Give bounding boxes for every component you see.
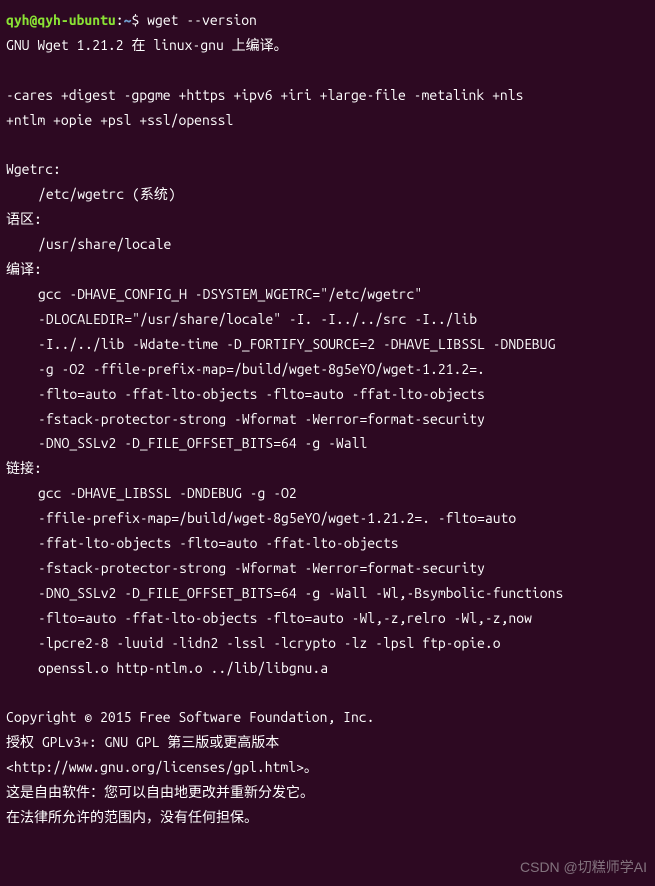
output-free-1: 这是自由软件：您可以自由地更改并重新分发它。: [6, 780, 651, 805]
prompt-line: qyh@qyh-ubuntu:~$ wget --version: [6, 8, 651, 33]
output-features-2: +ntlm +opie +psl +ssl/openssl: [6, 108, 651, 133]
output-compile-header: 编译:: [6, 257, 651, 282]
output-link-2: -ffile-prefix-map=/build/wget-8g5eYO/wge…: [6, 506, 651, 531]
terminal[interactable]: qyh@qyh-ubuntu:~$ wget --version GNU Wge…: [6, 8, 651, 830]
blank-line: [6, 133, 651, 158]
output-wgetrc-path: /etc/wgetrc (系统): [6, 182, 651, 207]
output-link-3: -ffat-lto-objects -flto=auto -ffat-lto-o…: [6, 531, 651, 556]
prompt-user-host: qyh@qyh-ubuntu: [6, 12, 116, 28]
output-link-8: openssl.o http-ntlm.o ../lib/libgnu.a: [6, 656, 651, 681]
prompt-dollar: $: [131, 12, 147, 28]
output-locale-header: 语区:: [6, 207, 651, 232]
output-license-url: <http://www.gnu.org/licenses/gpl.html>。: [6, 755, 651, 780]
output-link-7: -lpcre2-8 -luuid -lidn2 -lssl -lcrypto -…: [6, 631, 651, 656]
prompt-colon: :: [116, 12, 124, 28]
command-text: wget --version: [147, 12, 257, 28]
output-wgetrc-header: Wgetrc:: [6, 157, 651, 182]
output-compile-3: -I../../lib -Wdate-time -D_FORTIFY_SOURC…: [6, 332, 651, 357]
output-compile-1: gcc -DHAVE_CONFIG_H -DSYSTEM_WGETRC="/et…: [6, 282, 651, 307]
output-compile-5: -flto=auto -ffat-lto-objects -flto=auto …: [6, 382, 651, 407]
output-free-2: 在法律所允许的范围内，没有任何担保。: [6, 805, 651, 830]
blank-line: [6, 680, 651, 705]
output-link-header: 链接:: [6, 456, 651, 481]
output-features-1: -cares +digest -gpgme +https +ipv6 +iri …: [6, 83, 651, 108]
output-copyright: Copyright © 2015 Free Software Foundatio…: [6, 705, 651, 730]
output-link-4: -fstack-protector-strong -Wformat -Werro…: [6, 556, 651, 581]
output-compile-4: -g -O2 -ffile-prefix-map=/build/wget-8g5…: [6, 357, 651, 382]
output-compile-2: -DLOCALEDIR="/usr/share/locale" -I. -I..…: [6, 307, 651, 332]
output-link-1: gcc -DHAVE_LIBSSL -DNDEBUG -g -O2: [6, 481, 651, 506]
output-locale-path: /usr/share/locale: [6, 232, 651, 257]
output-version: GNU Wget 1.21.2 在 linux-gnu 上编译。: [6, 33, 651, 58]
output-license: 授权 GPLv3+: GNU GPL 第三版或更高版本: [6, 730, 651, 755]
output-compile-7: -DNO_SSLv2 -D_FILE_OFFSET_BITS=64 -g -Wa…: [6, 431, 651, 456]
output-link-5: -DNO_SSLv2 -D_FILE_OFFSET_BITS=64 -g -Wa…: [6, 581, 651, 606]
blank-line: [6, 58, 651, 83]
output-compile-6: -fstack-protector-strong -Wformat -Werro…: [6, 407, 651, 432]
watermark: CSDN @切糕师学AI: [520, 855, 647, 880]
output-link-6: -flto=auto -ffat-lto-objects -flto=auto …: [6, 606, 651, 631]
